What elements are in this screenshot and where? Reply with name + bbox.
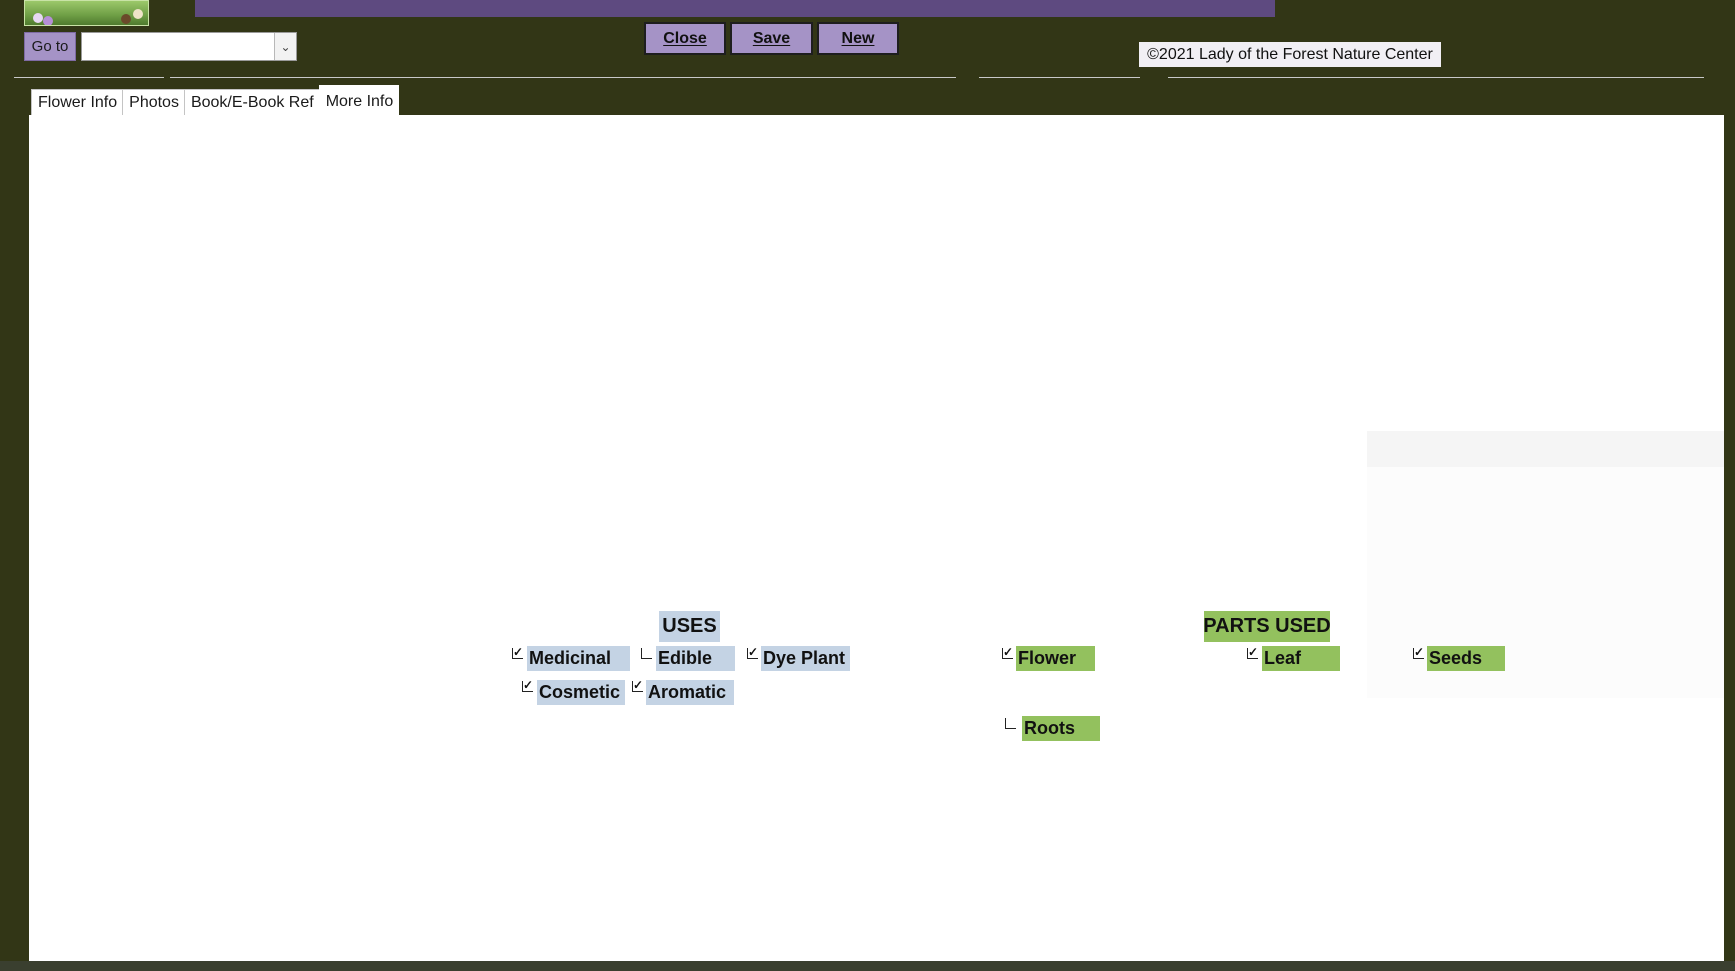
tab-more-info[interactable]: More Info	[318, 85, 400, 117]
chevron-down-icon[interactable]: ⌄	[274, 33, 296, 60]
flower-checkbox[interactable]: ✓	[1002, 646, 1013, 659]
goto-combobox[interactable]: ⌄	[81, 32, 297, 61]
new-button[interactable]: New	[817, 22, 899, 55]
leaf-checkbox[interactable]: ✓	[1247, 646, 1258, 659]
close-button[interactable]: Close	[644, 22, 726, 55]
roots-label: Roots	[1022, 716, 1100, 741]
cosmetic-checkbox[interactable]: ✓	[522, 679, 533, 692]
parts-used-header: PARTS USED	[1203, 611, 1331, 642]
flower-label: Flower	[1016, 646, 1095, 671]
aromatic-label: Aromatic	[646, 680, 734, 705]
tab-book-ebook-ref[interactable]: Book/E-Book Ref	[183, 89, 320, 116]
seeds-label: Seeds	[1427, 646, 1505, 671]
divider	[14, 77, 164, 78]
seeds-checkbox[interactable]: ✓	[1413, 646, 1424, 659]
save-button[interactable]: Save	[730, 22, 813, 55]
dye-plant-label: Dye Plant	[761, 646, 850, 671]
roots-checkbox[interactable]	[1005, 718, 1016, 729]
copyright-label: ©2021 Lady of the Forest Nature Center	[1139, 42, 1441, 67]
dye-plant-checkbox[interactable]: ✓	[747, 646, 758, 659]
divider	[979, 77, 1140, 78]
divider	[170, 77, 956, 78]
app-logo	[24, 0, 149, 26]
medicinal-label: Medicinal	[527, 646, 630, 671]
uses-header: USES	[659, 611, 720, 642]
tab-photos[interactable]: Photos	[122, 89, 185, 116]
title-bar	[195, 0, 1275, 17]
goto-label: Go to	[31, 38, 69, 55]
edible-checkbox[interactable]	[641, 648, 652, 659]
medicinal-checkbox[interactable]: ✓	[512, 646, 523, 659]
cosmetic-label: Cosmetic	[537, 680, 625, 705]
edible-label: Edible	[656, 646, 735, 671]
tab-strip: Flower Info Photos Book/E-Book Ref More …	[31, 85, 400, 117]
leaf-label: Leaf	[1262, 646, 1340, 671]
status-strip	[0, 961, 1735, 971]
divider	[1168, 77, 1704, 78]
tab-flower-info[interactable]: Flower Info	[31, 89, 124, 116]
aromatic-checkbox[interactable]: ✓	[632, 679, 643, 692]
goto-button[interactable]: Go to	[24, 32, 76, 61]
